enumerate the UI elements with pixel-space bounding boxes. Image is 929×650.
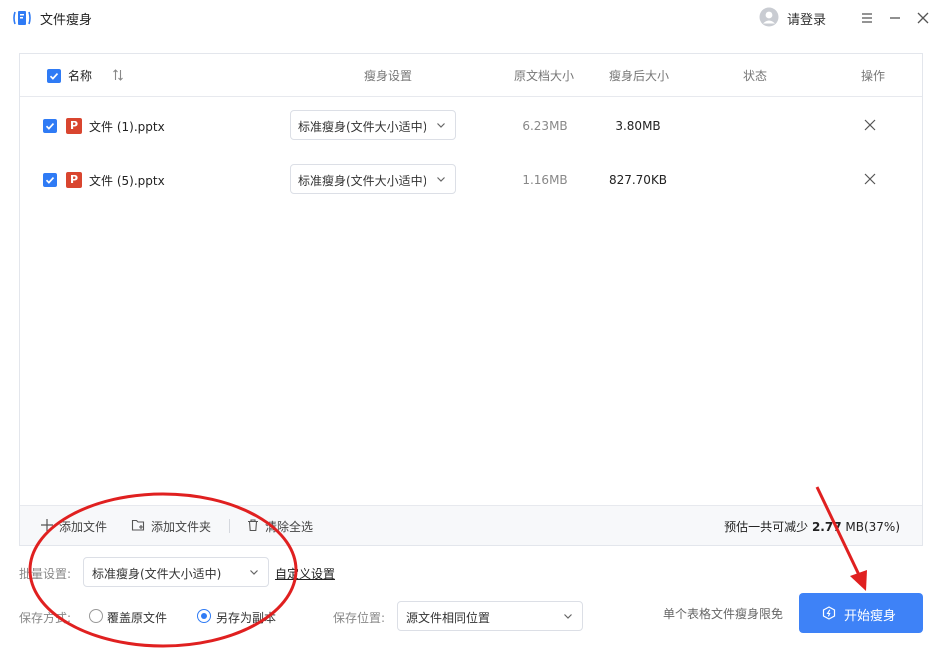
trash-icon[interactable] bbox=[246, 518, 260, 532]
header-name: 名称 bbox=[68, 69, 93, 83]
ppt-file-icon: P bbox=[66, 172, 82, 188]
after-size: 3.80MB bbox=[615, 119, 661, 133]
estimate-prefix: 预估一共可减少 bbox=[724, 520, 812, 534]
overwrite-radio[interactable] bbox=[89, 609, 103, 623]
row-setting-value: 标准瘦身(文件大小适中) bbox=[298, 174, 426, 188]
batch-setting-value: 标准瘦身(文件大小适中) bbox=[92, 567, 222, 581]
save-mode-label: 保存方式: bbox=[19, 611, 72, 625]
remove-file-icon[interactable] bbox=[863, 172, 877, 186]
start-slim-button[interactable]: 开始瘦身 bbox=[799, 593, 923, 633]
estimate-suffix: MB(37%) bbox=[841, 520, 900, 534]
batch-setting-label: 批量设置: bbox=[19, 567, 72, 581]
original-size: 6.23MB bbox=[522, 119, 568, 133]
app-logo-icon bbox=[13, 11, 31, 25]
clear-all-button[interactable]: 清除全选 bbox=[265, 518, 313, 535]
row-checkbox[interactable] bbox=[43, 119, 57, 133]
add-file-button[interactable]: 添加文件 bbox=[59, 518, 107, 535]
file-toolbar: 添加文件 添加文件夹 清除全选 预估一共可减少 2.77 MB(37%) bbox=[20, 505, 922, 545]
close-window-icon[interactable] bbox=[914, 9, 929, 27]
original-size: 1.16MB bbox=[522, 173, 568, 187]
annotation-arrowhead bbox=[850, 570, 867, 591]
header-setting: 瘦身设置 bbox=[364, 69, 413, 83]
estimate-summary: 预估一共可减少 2.77 MB(37%) bbox=[724, 518, 900, 535]
add-folder-icon[interactable] bbox=[131, 518, 145, 532]
chevron-down-icon bbox=[437, 177, 445, 182]
header-status: 状态 bbox=[743, 69, 768, 83]
file-name: 文件 (1).pptx bbox=[89, 120, 165, 134]
sort-icon[interactable] bbox=[112, 68, 124, 82]
save-location-label: 保存位置: bbox=[333, 611, 386, 625]
start-slim-label: 开始瘦身 bbox=[844, 609, 897, 624]
save-copy-radio[interactable] bbox=[197, 609, 211, 623]
row-setting-select[interactable]: 标准瘦身(文件大小适中) bbox=[290, 164, 456, 194]
table-row: P 文件 (1).pptx 标准瘦身(文件大小适中) 6.23MB 3.80MB bbox=[20, 98, 922, 152]
estimate-value: 2.77 bbox=[811, 520, 842, 534]
table-row: P 文件 (5).pptx 标准瘦身(文件大小适中) 1.16MB 827.70… bbox=[20, 152, 922, 206]
chevron-down-icon bbox=[437, 123, 445, 128]
overwrite-label[interactable]: 覆盖原文件 bbox=[107, 609, 167, 626]
toolbar-divider bbox=[229, 519, 230, 533]
title-bar: 文件瘦身 请登录 bbox=[0, 0, 929, 36]
row-checkbox[interactable] bbox=[43, 173, 57, 187]
minimize-icon[interactable] bbox=[886, 9, 904, 27]
after-size: 827.70KB bbox=[608, 173, 668, 187]
header-after-size: 瘦身后大小 bbox=[609, 69, 670, 83]
chevron-down-icon bbox=[564, 614, 572, 619]
menu-icon[interactable] bbox=[858, 9, 876, 27]
select-all-checkbox[interactable] bbox=[47, 69, 61, 83]
ppt-file-icon: P bbox=[66, 118, 82, 134]
batch-setting-select[interactable]: 标准瘦身(文件大小适中) bbox=[83, 557, 269, 587]
add-folder-button[interactable]: 添加文件夹 bbox=[151, 518, 211, 535]
custom-settings-link[interactable]: 自定义设置 bbox=[275, 565, 335, 582]
file-name: 文件 (5).pptx bbox=[89, 174, 165, 188]
plus-icon[interactable] bbox=[40, 518, 54, 532]
login-link[interactable]: 请登录 bbox=[787, 9, 826, 28]
table-header: 名称 瘦身设置 原文档大小 瘦身后大小 状态 操作 bbox=[20, 54, 922, 97]
free-notice: 单个表格文件瘦身限免 bbox=[663, 607, 784, 621]
header-action: 操作 bbox=[861, 69, 886, 83]
save-copy-label[interactable]: 另存为副本 bbox=[216, 609, 276, 626]
save-location-select[interactable]: 源文件相同位置 bbox=[397, 601, 583, 631]
app-title: 文件瘦身 bbox=[40, 13, 93, 28]
chevron-down-icon bbox=[250, 570, 258, 575]
remove-file-icon[interactable] bbox=[863, 118, 877, 132]
user-avatar-icon[interactable] bbox=[759, 7, 779, 27]
header-original-size: 原文档大小 bbox=[514, 69, 575, 83]
row-setting-select[interactable]: 标准瘦身(文件大小适中) bbox=[290, 110, 456, 140]
slim-icon bbox=[822, 606, 836, 620]
save-location-value: 源文件相同位置 bbox=[406, 611, 491, 625]
row-setting-value: 标准瘦身(文件大小适中) bbox=[298, 120, 426, 134]
file-list-panel: 名称 瘦身设置 原文档大小 瘦身后大小 状态 操作 P 文件 (1).pptx … bbox=[19, 53, 923, 546]
